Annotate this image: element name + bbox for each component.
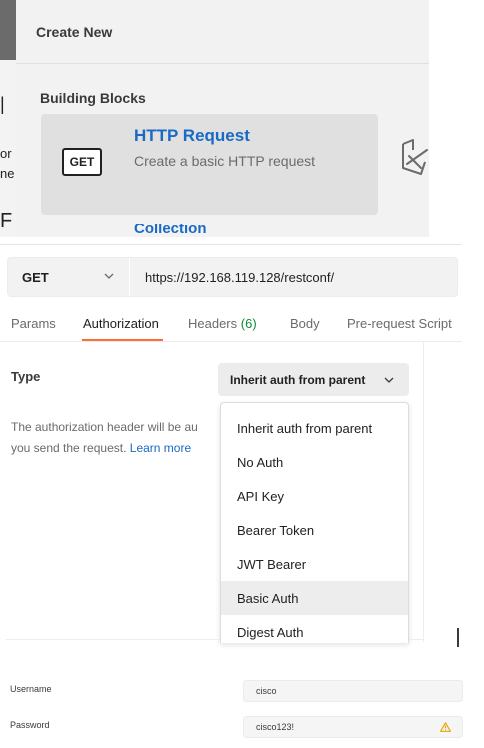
- http-request-title: HTTP Request: [134, 126, 250, 145]
- text-cursor: [457, 628, 459, 647]
- background-text-fragment: or: [0, 146, 12, 161]
- username-label: Username: [10, 684, 52, 694]
- auth-help-line: you send the request. Learn more: [11, 441, 192, 455]
- create-new-modal: or ne F | Create New Building Blocks GET…: [0, 0, 484, 237]
- auth-type-label: Type: [11, 369, 41, 384]
- building-blocks-heading: Building Blocks: [40, 90, 146, 106]
- create-new-panel: Create New Building Blocks GET HTTP Requ…: [16, 0, 429, 237]
- auth-option-no-auth[interactable]: No Auth: [221, 445, 408, 479]
- method-separator: [129, 258, 130, 296]
- auth-type-select[interactable]: Inherit auth from parent: [218, 363, 409, 396]
- tab-authorization[interactable]: Authorization: [83, 316, 159, 331]
- background-workspace-strip: or ne F |: [0, 0, 16, 237]
- background-text-fragment: ne: [0, 166, 15, 181]
- http-request-card[interactable]: GET HTTP Request Create a basic HTTP req…: [41, 114, 378, 215]
- divider: [0, 244, 462, 245]
- auth-option-basic-auth[interactable]: Basic Auth: [221, 581, 408, 615]
- auth-option-api-key[interactable]: API Key: [221, 479, 408, 513]
- tab-prerequest-script[interactable]: Pre-request Script: [347, 316, 452, 331]
- tab-headers[interactable]: Headers (6): [188, 316, 257, 331]
- background-right-strip: [429, 0, 484, 237]
- auth-help-line: The authorization header will be au: [11, 420, 198, 434]
- request-tabs: Params Authorization Headers (6) Body Pr…: [0, 316, 462, 342]
- auth-option-jwt-bearer[interactable]: JWT Bearer: [221, 547, 408, 581]
- headers-count-badge: (6): [240, 316, 257, 331]
- get-request-icon: GET: [62, 148, 102, 176]
- tab-params[interactable]: Params: [11, 316, 56, 331]
- password-input[interactable]: cisco123!: [243, 716, 463, 738]
- tab-headers-label: Headers: [188, 316, 238, 331]
- auth-option-inherit[interactable]: Inherit auth from parent: [221, 411, 408, 445]
- create-new-header: Create New: [16, 0, 429, 64]
- auth-option-digest-auth[interactable]: Digest Auth: [221, 615, 408, 643]
- learn-more-link[interactable]: Learn more: [130, 441, 191, 455]
- pane-divider: [423, 342, 424, 642]
- collection-card-title-peek[interactable]: Collection: [134, 224, 214, 234]
- url-input[interactable]: https://192.168.119.128/restconf/: [145, 258, 334, 296]
- username-input[interactable]: cisco: [243, 680, 463, 702]
- divider: [409, 639, 423, 640]
- method-value: GET: [22, 269, 49, 285]
- chevron-down-icon: [384, 377, 394, 383]
- request-bar: GET https://192.168.119.128/restconf/: [7, 257, 458, 297]
- http-request-description: Create a basic HTTP request: [134, 153, 316, 169]
- tab-body[interactable]: Body: [290, 316, 320, 331]
- auth-type-selected-value: Inherit auth from parent: [230, 372, 366, 387]
- divider: [6, 639, 220, 640]
- create-new-title: Create New: [36, 23, 113, 40]
- background-text-fragment: |: [0, 94, 5, 114]
- collection-card-icon[interactable]: [399, 138, 429, 176]
- background-text-fragment: F: [0, 210, 13, 232]
- chevron-down-icon[interactable]: [103, 270, 115, 282]
- warning-icon[interactable]: [440, 722, 451, 732]
- auth-help-text: The authorization header will be au you …: [11, 417, 223, 461]
- auth-option-bearer-token[interactable]: Bearer Token: [221, 513, 408, 547]
- auth-type-dropdown: Inherit auth from parent No Auth API Key…: [220, 402, 409, 643]
- password-label: Password: [10, 720, 50, 730]
- tabs-divider: [0, 341, 462, 342]
- background-dark-region: [0, 0, 16, 60]
